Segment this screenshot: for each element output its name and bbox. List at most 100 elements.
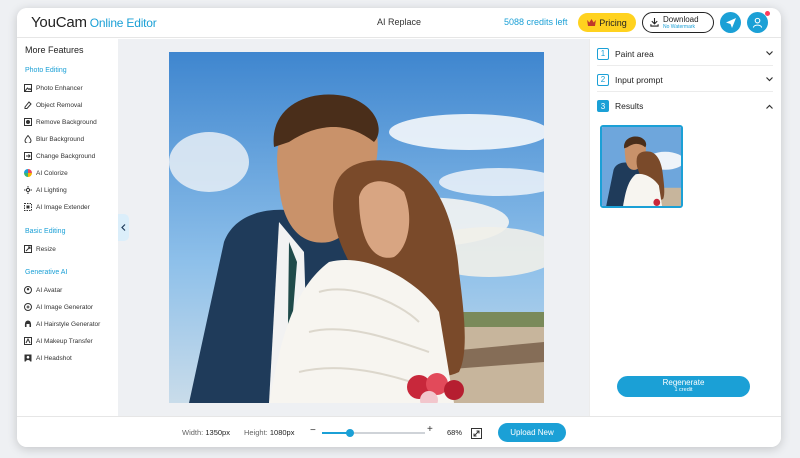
step-label: Input prompt [615,74,663,85]
fit-screen-button[interactable] [471,426,482,439]
download-button[interactable]: Download No Watermark [642,12,714,33]
sidebar-item-label: AI Colorize [36,169,68,177]
sidebar-item-ai-image-generator[interactable]: AI Image Generator [24,301,93,313]
pricing-button[interactable]: Pricing [578,13,636,32]
sidebar-item-label: AI Lighting [36,186,67,194]
page-title: AI Replace [376,17,422,27]
chevron-down-icon [766,77,773,82]
fit-screen-icon [471,428,482,439]
sidebar-item-ai-image-extender[interactable]: AI Image Extender [24,201,90,213]
user-icon [752,17,763,28]
colorize-icon [24,169,32,177]
section-basic-editing: Basic Editing [25,228,66,235]
sidebar-title: More Features [25,45,84,55]
hairstyle-icon [24,320,32,328]
regenerate-cost: 1 credit [674,387,693,394]
zoom-out-button[interactable]: − [310,425,316,436]
sidebar-item-label: AI Image Extender [36,203,90,211]
sidebar-item-label: Remove Background [36,118,97,126]
sidebar-item-label: Object Removal [36,101,83,109]
sidebar-item-remove-background[interactable]: Remove Background [24,116,97,128]
main-photo[interactable] [169,52,544,403]
sidebar-item-label: AI Hairstyle Generator [36,320,101,328]
sidebar-item-label: AI Avatar [36,286,63,294]
header: YouCam Online Editor AI Replace 5088 cred… [17,8,781,38]
logo-sub: Online Editor [89,16,157,30]
sidebar: More Features Photo Editing Photo Enhanc… [17,39,118,416]
step-results[interactable]: 3 Results [597,94,773,118]
sidebar-item-ai-hairstyle-generator[interactable]: AI Hairstyle Generator [24,318,100,330]
image-generator-icon [24,303,32,311]
pricing-label: Pricing [599,17,627,28]
remove-background-icon [24,118,32,126]
height-label: Height: [244,428,268,437]
width-readout: Width: 1350px [182,428,230,437]
download-sub: No Watermark [663,23,696,30]
step-input-prompt[interactable]: 2 Input prompt [597,68,773,92]
bottom-bar: Width: 1350px Height: 1080px − + 68% Upl… [17,416,781,447]
step-label: Paint area [615,48,654,59]
sidebar-item-label: AI Image Generator [36,303,94,311]
avatar-icon [24,286,32,294]
sidebar-item-ai-makeup-transfer[interactable]: AI Makeup Transfer [24,335,93,347]
sidebar-item-label: Resize [36,245,56,253]
change-background-icon [24,152,32,160]
object-removal-icon [24,101,32,109]
height-value: 1080px [269,428,295,437]
step-paint-area[interactable]: 1 Paint area [597,42,773,66]
zoom-in-button[interactable]: + [427,424,433,435]
zoom-slider-thumb[interactable] [346,429,354,437]
width-value: 1350px [205,428,230,437]
blur-background-icon [24,135,32,143]
app-window: YouCam Online Editor AI Replace 5088 cred… [17,8,781,447]
sidebar-item-resize[interactable]: Resize [24,243,56,255]
section-photo-editing: Photo Editing [25,67,67,74]
sidebar-item-ai-colorize[interactable]: AI Colorize [24,167,68,179]
step-number: 1 [597,47,609,60]
canvas-area [118,39,589,416]
section-generative-ai: Generative AI [25,269,68,276]
notification-dot [765,11,770,16]
resize-icon [24,245,32,253]
regenerate-button[interactable]: Regenerate 1 credit [617,376,750,397]
download-icon [650,18,659,27]
sidebar-item-photo-enhancer[interactable]: Photo Enhancer [24,82,83,94]
headshot-icon [24,354,32,362]
crown-icon [587,19,597,26]
chevron-down-icon [766,51,773,56]
zoom-value: 68% [447,428,463,437]
sidebar-item-label: Blur Background [36,135,85,143]
lighting-icon [24,186,32,194]
photo-enhancer-icon [24,84,32,92]
sidebar-item-blur-background[interactable]: Blur Background [24,133,84,145]
regenerate-label: Regenerate [662,378,705,388]
sidebar-item-object-removal[interactable]: Object Removal [24,99,82,111]
sidebar-item-change-background[interactable]: Change Background [24,150,95,162]
zoom-slider[interactable] [322,429,425,437]
height-readout: Height: 1080px [244,428,294,437]
collapse-sidebar-button[interactable] [118,214,129,241]
image-extender-icon [24,203,32,211]
upload-new-button[interactable]: Upload New [498,423,566,442]
step-number: 3 [597,100,609,112]
send-button[interactable] [720,12,741,33]
sidebar-item-ai-lighting[interactable]: AI Lighting [24,184,67,196]
send-icon [725,17,736,28]
logo[interactable]: YouCam Online Editor [31,14,157,31]
chevron-left-icon [121,224,126,231]
logo-main: YouCam [31,14,87,31]
width-label: Width: [182,428,204,437]
makeup-icon [24,337,32,345]
right-panel: 1 Paint area 2 Input prompt 3 Results Re… [589,39,781,416]
result-thumbnail[interactable] [600,125,683,208]
sidebar-item-ai-avatar[interactable]: AI Avatar [24,284,62,296]
sidebar-item-label: AI Makeup Transfer [36,337,93,345]
credits-left: 5088 credits left [504,17,568,27]
chevron-up-icon [766,104,773,109]
sidebar-item-ai-headshot[interactable]: AI Headshot [24,352,72,364]
step-label: Results [615,101,644,111]
download-label: Download [663,14,699,24]
sidebar-item-label: Photo Enhancer [36,84,83,92]
sidebar-item-label: AI Headshot [36,354,72,362]
step-number: 2 [597,73,609,86]
